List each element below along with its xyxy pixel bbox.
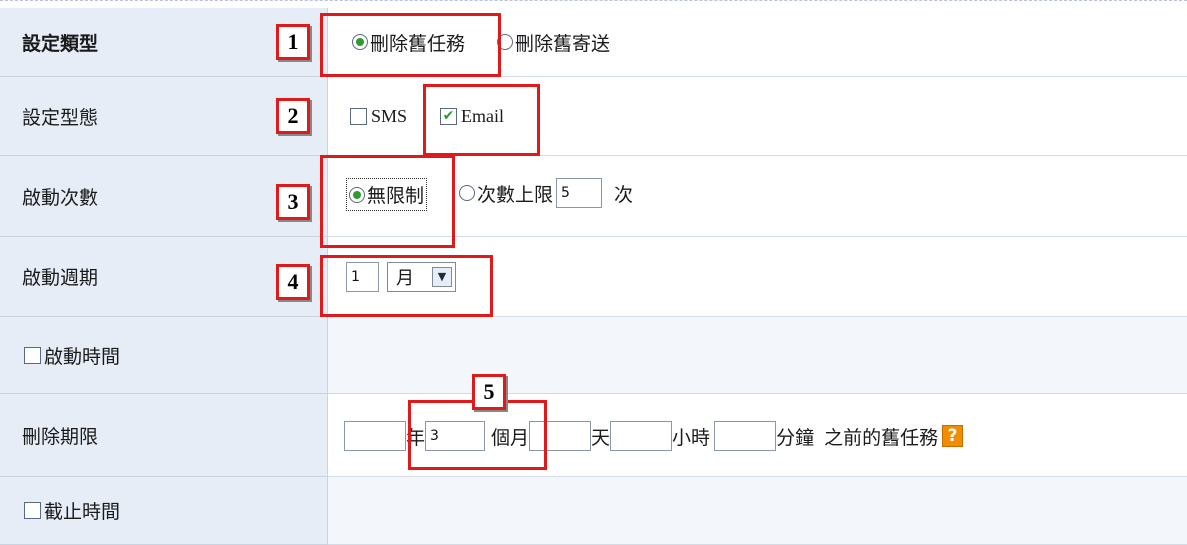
highlight-box-1 bbox=[320, 13, 501, 77]
radio-unselected-icon[interactable] bbox=[459, 185, 475, 201]
checkbox-sms-label: SMS bbox=[371, 105, 408, 126]
delete-limit-suffix: 之前的舊任務 bbox=[824, 426, 939, 449]
step-marker-3: 3 bbox=[276, 184, 310, 220]
minute-unit-label: 分鐘 bbox=[776, 426, 815, 449]
end-time-label-cell: 截止時間 bbox=[0, 477, 328, 545]
start-time-label-cell: 啟動時間 bbox=[0, 317, 328, 394]
row-start-period: 啟動週期 1 月 ▼ bbox=[0, 237, 1187, 317]
start-time-content bbox=[328, 317, 1187, 394]
step-marker-5: 5 bbox=[472, 374, 506, 410]
checkbox-unchecked-icon[interactable] bbox=[350, 107, 367, 125]
row-delete-limit: 刪除期限 年 3 個月 天 小時 分鐘 之前的舊任務 ? bbox=[0, 394, 1187, 477]
end-time-content bbox=[328, 477, 1187, 545]
step-marker-4: 4 bbox=[276, 264, 310, 300]
day-unit-label: 天 bbox=[591, 426, 611, 449]
settings-form: 設定類型 刪除舊任務 刪除舊寄送 設定型態 SMS ✔ Email 啟動次數 無… bbox=[0, 0, 1187, 545]
start-time-checkbox[interactable] bbox=[24, 346, 41, 364]
step-marker-1: 1 bbox=[276, 24, 310, 60]
highlight-box-5 bbox=[408, 400, 547, 470]
step-marker-2: 2 bbox=[276, 98, 310, 134]
row-setting-mode: 設定型態 SMS ✔ Email bbox=[0, 77, 1187, 156]
end-time-checkbox[interactable] bbox=[24, 502, 41, 519]
highlight-box-4 bbox=[320, 255, 493, 317]
year-input[interactable] bbox=[344, 421, 406, 451]
delete-limit-label: 刪除期限 bbox=[0, 394, 328, 477]
start-time-label: 啟動時間 bbox=[44, 345, 121, 368]
hour-unit-label: 小時 bbox=[672, 426, 711, 449]
highlight-box-3 bbox=[320, 155, 455, 248]
start-count-content: 無限制 次數上限 5 次 bbox=[328, 156, 1187, 237]
minute-input[interactable] bbox=[714, 421, 777, 451]
row-start-time: 啟動時間 bbox=[0, 317, 1187, 394]
radio-limit-label: 次數上限 bbox=[477, 183, 554, 206]
row-start-count: 啟動次數 無限制 次數上限 5 次 bbox=[0, 156, 1187, 237]
radio-delete-old-send[interactable]: 刪除舊寄送 bbox=[497, 29, 610, 56]
checkbox-sms[interactable]: SMS bbox=[350, 106, 407, 127]
radio-limit[interactable]: 次數上限 5 次 bbox=[459, 178, 633, 208]
row-setting-type: 設定類型 刪除舊任務 刪除舊寄送 bbox=[0, 8, 1187, 77]
help-icon[interactable]: ? bbox=[942, 425, 964, 447]
limit-unit-label: 次 bbox=[614, 183, 634, 206]
hour-input[interactable] bbox=[610, 421, 673, 451]
end-time-label: 截止時間 bbox=[44, 501, 121, 523]
highlight-box-2 bbox=[423, 84, 540, 156]
limit-count-input[interactable]: 5 bbox=[556, 178, 603, 208]
radio-delete-old-send-label: 刪除舊寄送 bbox=[515, 32, 611, 55]
row-end-time: 截止時間 bbox=[0, 477, 1187, 545]
